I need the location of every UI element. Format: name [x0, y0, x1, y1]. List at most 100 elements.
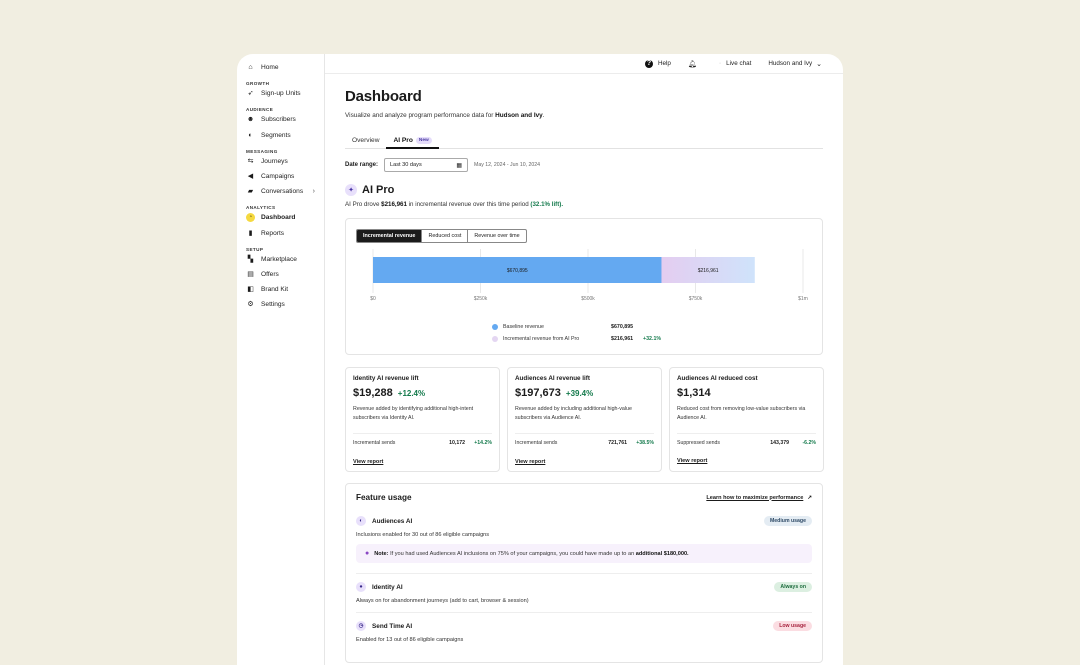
feature-name: Audiences AI [372, 517, 413, 525]
feature-usage-card: Feature usage Learn how to maximize perf… [345, 483, 823, 663]
brand-kit-icon: ◧ [247, 286, 254, 294]
metric-card-audiences: Audiences AI revenue lift $197,673 +39.4%… [507, 367, 662, 472]
sends-pct: -6.2% [802, 440, 816, 446]
view-report-link[interactable]: View report [353, 459, 383, 465]
feature-name-identity: ● Identity AI [356, 582, 403, 592]
sends-label: Suppressed sends [677, 440, 720, 446]
users-icon: ☻ [246, 116, 255, 124]
view-report-link[interactable]: View report [515, 459, 545, 465]
sidebar-item-signup-units[interactable]: ➶ Sign-up Units [237, 86, 324, 101]
sends-label: Incremental sends [515, 440, 558, 446]
tab-ai-pro[interactable]: AI Pro New [386, 132, 440, 149]
magic-wand-icon: ✦ [345, 184, 357, 196]
sidebar-item-home[interactable]: ⌂ Home [237, 60, 324, 75]
date-range-row: Date range: Last 30 days ▦ May 12, 2024 … [345, 158, 823, 172]
usage-badge: Always on [774, 582, 812, 592]
content: Dashboard Visualize and analyze program … [325, 88, 843, 663]
topbar: ? Help 🔔︎ · Live chat Hudson and Ivy ⌄ [325, 54, 843, 74]
feature-name-send-time: ◷ Send Time AI [356, 621, 412, 631]
feature-name: Send Time AI [372, 622, 413, 630]
legend-item: Baseline revenue $670,895 [492, 321, 661, 333]
audience-icon: ◐ [356, 516, 366, 526]
offer-icon: ▤ [247, 270, 254, 278]
sidebar-item-offers[interactable]: ▤ Offers [237, 267, 324, 282]
gear-icon: ⚙ [247, 301, 254, 309]
bar-data-label: $216,961 [698, 268, 719, 274]
legend-lift: +32.1% [643, 336, 662, 342]
date-range-text: May 12, 2024 - Jun 10, 2024 [474, 162, 541, 168]
chat-icon: · [718, 60, 722, 67]
x-tick-label: $250k [474, 296, 488, 302]
divider [356, 612, 812, 613]
sidebar-item-brand-kit[interactable]: ◧ Brand Kit [237, 282, 324, 297]
bar-data-label: $670,895 [507, 268, 528, 274]
metric-sends-row: Incremental sends 721,761 +38.5% [515, 433, 654, 446]
sidebar-item-label: Sign-up Units [261, 90, 301, 98]
toggle-reduced-cost[interactable]: Reduced cost [422, 230, 469, 242]
date-range-select[interactable]: Last 30 days ▦ [384, 158, 469, 172]
help-button[interactable]: ? Help [644, 59, 671, 68]
ai-pro-heading: ✦ AI Pro [345, 184, 823, 196]
sidebar: ⌂ Home GROWTH ➶ Sign-up Units AUDIENCE ☻… [237, 54, 325, 665]
metric-value: $1,314 [677, 387, 711, 399]
usage-badge: Medium usage [763, 516, 812, 526]
sends-label: Incremental sends [353, 440, 396, 446]
notifications-button[interactable]: 🔔︎ [688, 60, 702, 68]
toggle-revenue-over-time[interactable]: Revenue over time [468, 230, 525, 242]
journey-icon: ⇆ [247, 157, 254, 165]
chat-icon: ▰ [247, 188, 254, 196]
bell-icon: 🔔︎ [687, 60, 697, 68]
legend-item: Incremental revenue from AI Pro $216,961… [492, 333, 661, 345]
sidebar-item-subscribers[interactable]: ☻ Subscribers [237, 112, 324, 127]
sidebar-item-dashboard[interactable]: ◔ Dashboard [237, 210, 324, 225]
metric-cards: Identity AI revenue lift $19,288 +12.4% R… [345, 367, 824, 472]
learn-more-link[interactable]: Learn how to maximize performance ↗ [706, 495, 812, 501]
view-report-link[interactable]: View report [677, 458, 707, 464]
tab-overview[interactable]: Overview [345, 132, 386, 148]
live-chat-label: Live chat [726, 60, 752, 67]
sidebar-item-journeys[interactable]: ⇆ Journeys [237, 154, 324, 169]
date-range-value: Last 30 days [390, 162, 422, 168]
marketplace-icon: ▚ [247, 255, 254, 263]
clock-icon: ◷ [356, 621, 366, 631]
sidebar-item-conversations[interactable]: ▰ Conversations › [237, 184, 324, 199]
megaphone-icon: ◀ [247, 173, 254, 181]
feature-name: Identity AI [372, 583, 403, 591]
person-icon: ● [356, 582, 366, 592]
help-label: Help [657, 60, 671, 67]
live-chat-button[interactable]: · Live chat [719, 60, 752, 67]
feature-note: ● Note: If you had used Audiences AI inc… [356, 544, 812, 563]
sidebar-item-segments[interactable]: ◐ Segments [237, 128, 324, 143]
revenue-chart-card: Incremental revenue Reduced cost Revenue… [345, 218, 823, 355]
ai-pro-title: AI Pro [362, 184, 395, 196]
sidebar-item-label: Dashboard [261, 214, 296, 222]
ai-pro-description: AI Pro drove $216,961 in incremental rev… [345, 201, 564, 208]
external-link-icon: ↗ [807, 494, 812, 501]
sidebar-item-label: Offers [261, 270, 279, 278]
brand-name: Hudson and Ivy [495, 112, 543, 119]
sidebar-section-setup: SETUP [246, 246, 264, 252]
feature-row-identity: ● Identity AI Always on Always on for ab… [356, 582, 812, 604]
metric-lift: +39.4% [565, 389, 594, 398]
x-tick-label: $750k [689, 296, 703, 302]
sidebar-item-marketplace[interactable]: ▚ Marketplace [237, 252, 324, 267]
chevron-right-icon: › [312, 188, 315, 196]
sidebar-item-reports[interactable]: ▮ Reports [237, 226, 324, 241]
sidebar-item-settings[interactable]: ⚙ Settings [237, 297, 324, 312]
chart-legend: Baseline revenue $670,895 Incremental re… [492, 321, 661, 345]
account-menu[interactable]: Hudson and Ivy ⌄ [768, 60, 822, 68]
metric-card-identity: Identity AI revenue lift $19,288 +12.4% R… [345, 367, 500, 472]
legend-swatch [492, 324, 498, 330]
sidebar-item-label: Conversations [261, 188, 304, 196]
feature-row-send-time: ◷ Send Time AI Low usage Enabled for 13 … [356, 621, 812, 643]
sidebar-item-campaigns[interactable]: ◀ Campaigns [237, 169, 324, 184]
metric-description: Revenue added by including additional hi… [515, 406, 632, 421]
bar-chart-icon: ▮ [248, 229, 253, 237]
legend-name: Incremental revenue from AI Pro [503, 336, 580, 342]
feature-description: Inclusions enabled for 30 out of 86 elig… [356, 532, 490, 538]
toggle-incremental-revenue[interactable]: Incremental revenue [357, 230, 423, 242]
date-range-label: Date range: [345, 162, 379, 168]
metric-description: Revenue added by identifying additional … [353, 406, 474, 421]
feature-row-audiences: ◐ Audiences AI Medium usage Inclusions e… [356, 516, 812, 563]
feature-usage-title: Feature usage [356, 493, 412, 502]
